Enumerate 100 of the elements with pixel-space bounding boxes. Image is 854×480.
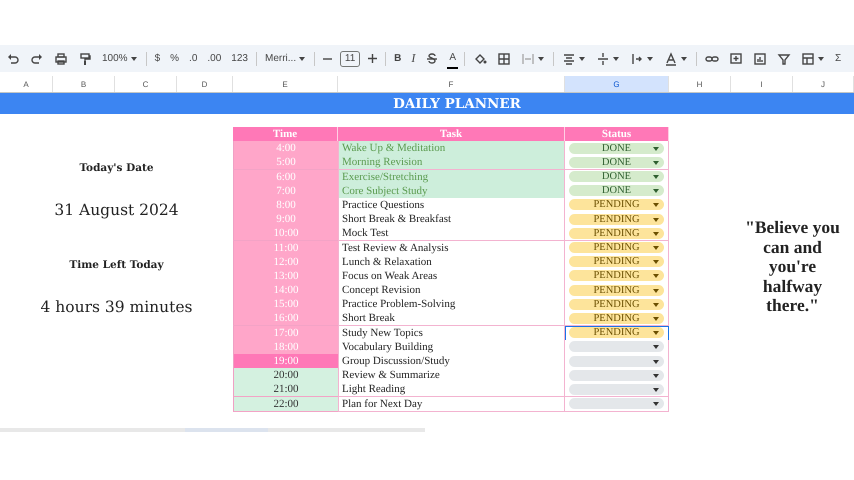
text-rotation-icon: [664, 52, 678, 66]
column-header[interactable]: C: [115, 76, 177, 92]
status-cell[interactable]: PENDING: [565, 254, 669, 270]
time-cell: 8:00: [233, 198, 338, 213]
status-dropdown[interactable]: PENDING: [569, 327, 664, 338]
column-header[interactable]: G: [565, 76, 669, 92]
paint-format-icon: [78, 52, 92, 66]
status-dropdown[interactable]: DONE: [569, 185, 664, 196]
plus-icon: [368, 54, 378, 63]
time-cell: 4:00: [233, 141, 338, 156]
caret-icon: [817, 54, 825, 62]
column-heading: Time: [233, 127, 338, 142]
caret-icon: [680, 54, 688, 62]
status-dropdown[interactable]: PENDING: [569, 228, 664, 239]
status-dropdown[interactable]: PENDING: [569, 242, 664, 253]
task-cell: Core Subject Study: [338, 184, 565, 199]
minus-icon: [323, 58, 332, 60]
time-cell: 19:00: [233, 354, 338, 369]
column-header[interactable]: I: [731, 76, 793, 92]
status-cell[interactable]: DONE: [565, 155, 669, 170]
number-format-button[interactable]: 123: [229, 48, 250, 68]
bold-button[interactable]: B: [392, 48, 404, 68]
decrease-decimals-button[interactable]: .0: [187, 48, 200, 68]
status-cell[interactable]: [565, 340, 669, 355]
status-dropdown[interactable]: PENDING: [569, 199, 664, 210]
caret-icon: [612, 54, 620, 62]
currency-button[interactable]: $: [152, 48, 162, 68]
time-cell: 14:00: [233, 283, 338, 298]
status-dropdown[interactable]: DONE: [569, 142, 664, 154]
vertical-align-icon: [596, 52, 610, 66]
comment-icon: [729, 52, 743, 66]
task-cell: Focus on Weak Areas: [338, 268, 565, 284]
task-cell: Group Discussion/Study: [338, 354, 565, 369]
status-dropdown[interactable]: DONE: [569, 156, 664, 168]
time-cell: 16:00: [233, 311, 338, 326]
status-cell[interactable]: PENDING: [565, 283, 669, 298]
task-cell: Vocabulary Building: [338, 340, 565, 355]
task-cell: Wake Up & Meditation: [338, 141, 565, 156]
column-header[interactable]: E: [233, 76, 338, 92]
print-icon: [54, 52, 68, 66]
status-cell[interactable]: [565, 396, 669, 412]
italic-button[interactable]: I: [409, 48, 418, 68]
status-cell[interactable]: PENDING: [565, 226, 669, 242]
planner-title: DAILY PLANNER: [393, 96, 521, 112]
undo-icon: [6, 52, 20, 66]
task-cell: Concept Revision: [338, 283, 565, 298]
percent-button[interactable]: %: [168, 48, 182, 68]
text-wrap-icon: [630, 52, 644, 66]
info-value: 4 hours 39 minutes: [40, 298, 192, 316]
status-dropdown[interactable]: PENDING: [569, 256, 664, 268]
horizontal-align-icon: [562, 52, 576, 66]
status-cell[interactable]: PENDING: [565, 311, 669, 326]
column-header[interactable]: A: [0, 76, 53, 92]
status-cell[interactable]: [565, 382, 669, 398]
caret-icon: [298, 54, 306, 62]
merge-cells-icon: [521, 52, 535, 66]
column-header[interactable]: D: [177, 76, 233, 92]
time-cell: 6:00: [233, 170, 338, 185]
time-cell: 22:00: [233, 396, 338, 412]
status-cell[interactable]: PENDING: [565, 326, 669, 341]
functions-button[interactable]: Σ: [833, 48, 844, 68]
column-heading: Status: [565, 127, 669, 142]
task-cell: Short Break & Breakfast: [338, 212, 565, 228]
status-cell[interactable]: PENDING: [565, 198, 669, 213]
status-cell[interactable]: DONE: [565, 184, 669, 199]
task-cell: Test Review & Analysis: [338, 240, 565, 256]
time-cell: 18:00: [233, 340, 338, 355]
task-cell: Light Reading: [338, 382, 565, 398]
status-dropdown[interactable]: PENDING: [569, 270, 664, 282]
status-dropdown[interactable]: PENDING: [569, 284, 664, 296]
status-cell[interactable]: PENDING: [565, 212, 669, 228]
task-cell: Lunch & Relaxation: [338, 254, 565, 270]
status-dropdown[interactable]: PENDING: [569, 312, 664, 324]
status-dropdown[interactable]: PENDING: [569, 298, 664, 310]
info-value: 31 August 2024: [54, 201, 179, 219]
status-dropdown[interactable]: DONE: [569, 171, 664, 182]
font-size-field[interactable]: 11: [340, 50, 360, 66]
time-cell: 15:00: [233, 297, 338, 312]
text-color-button[interactable]: A: [447, 48, 458, 68]
status-cell[interactable]: [565, 368, 669, 384]
status-cell[interactable]: PENDING: [565, 268, 669, 284]
task-cell: Practice Questions: [338, 198, 565, 213]
column-header[interactable]: J: [793, 76, 854, 92]
font-dropdown[interactable]: Merri...: [262, 48, 308, 68]
status-cell[interactable]: [565, 354, 669, 369]
info-label: Time Left Today: [69, 259, 164, 271]
filter-icon: [777, 52, 791, 66]
horizontal-scrollbar-thumb[interactable]: [185, 428, 268, 432]
time-cell: 7:00: [233, 184, 338, 199]
increase-decimals-button[interactable]: .00: [205, 48, 224, 68]
task-cell: Short Break: [338, 311, 565, 326]
task-cell: Practice Problem-Solving: [338, 297, 565, 312]
time-cell: 9:00: [233, 212, 338, 228]
column-header[interactable]: H: [669, 76, 731, 92]
status-dropdown[interactable]: PENDING: [569, 214, 664, 225]
column-header[interactable]: B: [53, 76, 115, 92]
task-cell: Mock Test: [338, 226, 565, 242]
filter-views-icon: [801, 52, 815, 66]
status-cell[interactable]: PENDING: [565, 297, 669, 312]
zoom-dropdown[interactable]: 100%: [100, 48, 140, 68]
